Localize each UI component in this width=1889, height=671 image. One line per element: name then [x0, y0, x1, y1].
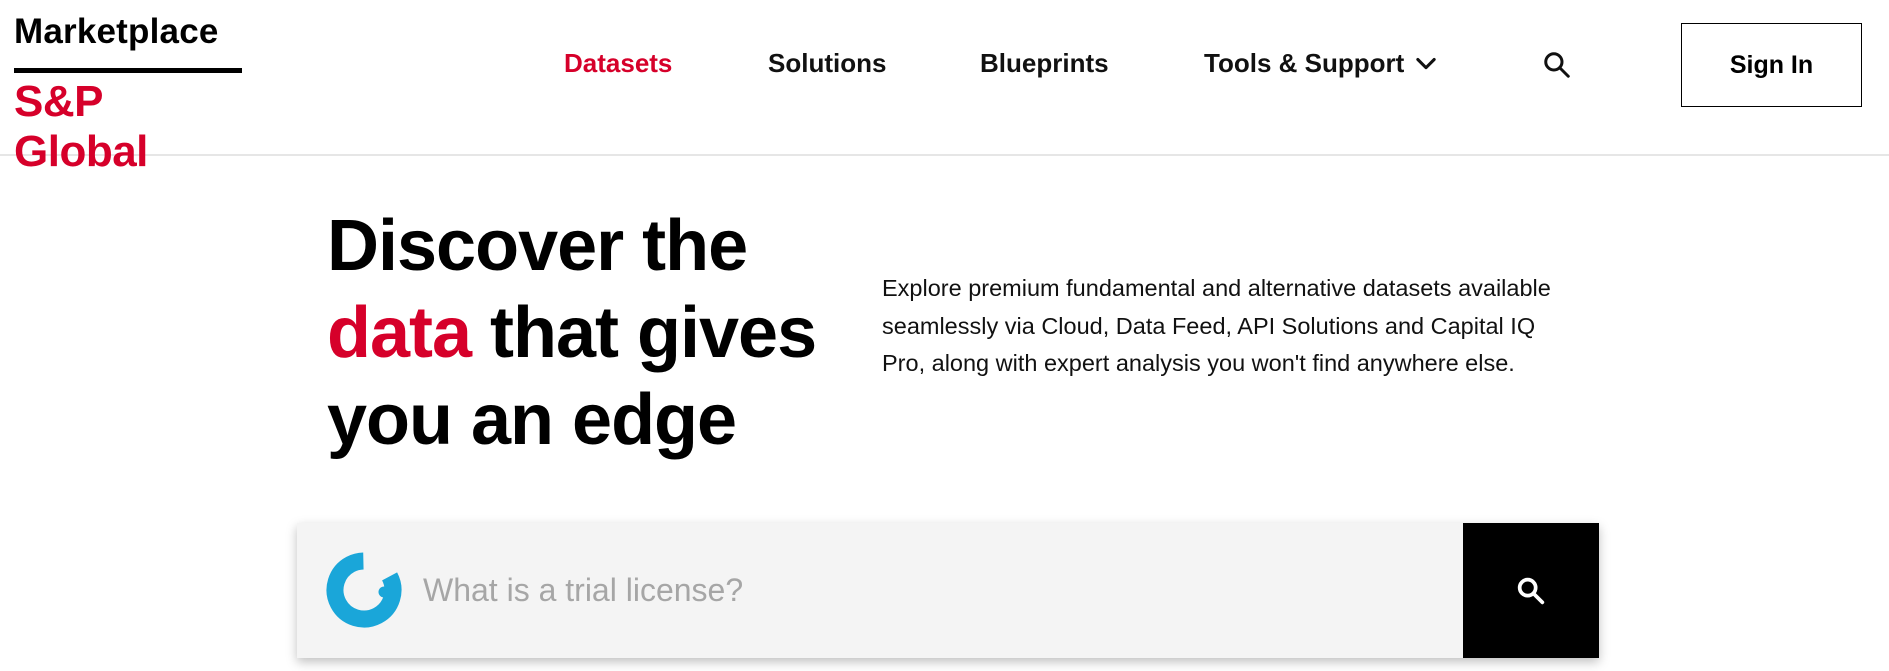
hero-title-line3: you an edge	[327, 380, 737, 460]
nav-item-datasets[interactable]: Datasets	[564, 47, 672, 79]
marketplace-logo[interactable]: Marketplace S&P Global	[14, 12, 244, 177]
search-icon[interactable]	[1542, 50, 1572, 80]
search-input[interactable]	[421, 557, 1421, 623]
hero-title-line2: that gives	[471, 293, 817, 373]
nav-item-blueprints[interactable]: Blueprints	[980, 47, 1109, 79]
logo-sp-global-text: S&P Global	[14, 77, 148, 176]
hero-title-line1: Discover the	[327, 206, 748, 286]
dataset-search-bar	[297, 523, 1599, 658]
nav-item-tools-support[interactable]: Tools & Support	[1204, 47, 1440, 79]
site-header: Marketplace S&P Global Datasets Solution…	[0, 0, 1889, 176]
hero-description: Explore premium fundamental and alternat…	[882, 275, 1551, 376]
hero-title-accent: data	[327, 293, 472, 373]
hero-title: Discover the data that gives you an edge	[327, 203, 847, 464]
chevron-down-icon	[1416, 58, 1436, 70]
nav-item-solutions[interactable]: Solutions	[768, 47, 886, 79]
search-icon	[1517, 577, 1545, 604]
logo-divider	[14, 68, 242, 73]
sign-in-button[interactable]: Sign In	[1681, 23, 1862, 107]
ai-assistant-logo-icon	[326, 552, 402, 628]
nav-item-tools-support-label: Tools & Support	[1204, 48, 1405, 78]
search-submit-button[interactable]	[1463, 523, 1599, 658]
logo-marketplace-text: Marketplace	[14, 12, 219, 51]
